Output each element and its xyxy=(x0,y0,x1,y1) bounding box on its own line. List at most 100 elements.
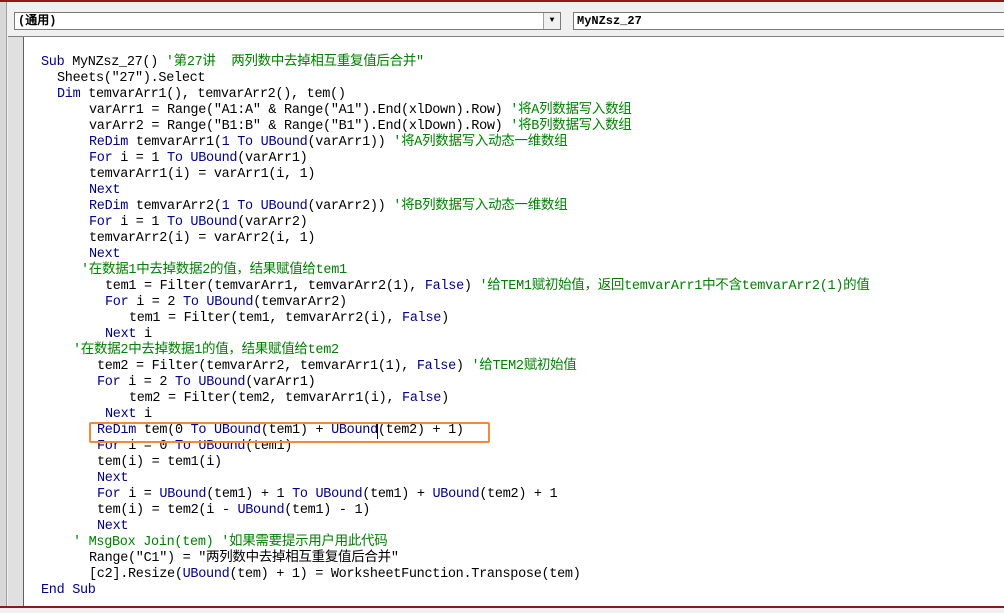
code-line[interactable]: tem1 = Filter(tem1, temvarArr2(i), False… xyxy=(129,311,449,327)
code-keyword: For xyxy=(97,487,121,502)
code-text: i = 1 xyxy=(112,215,168,230)
code-line[interactable]: Range("C1") = "两列数中去掉相互重复值后合并" xyxy=(89,551,399,567)
code-line[interactable]: tem(i) = tem1(i) xyxy=(97,455,222,471)
procedure-combo[interactable]: MyNZsz_27 xyxy=(573,12,1004,30)
code-text: Sheets("27").Select xyxy=(57,71,206,86)
code-text: i = 2 xyxy=(128,295,184,310)
code-text: ) xyxy=(441,391,449,406)
code-text: i = xyxy=(120,487,160,502)
code-line[interactable]: tem2 = Filter(tem2, temvarArr1(i), False… xyxy=(129,391,449,407)
code-text: (varArr2) xyxy=(237,215,308,230)
procedure-combo-value: MyNZsz_27 xyxy=(577,14,642,28)
code-text: (varArr1) xyxy=(237,151,308,166)
code-line[interactable]: varArr1 = Range("A1:A" & Range("A1").End… xyxy=(89,103,632,119)
code-keyword: For xyxy=(89,151,113,166)
code-keyword: To UBound xyxy=(167,215,238,230)
code-keyword: To UBound xyxy=(292,487,363,502)
code-keyword: Next xyxy=(97,471,129,486)
code-line[interactable]: tem(i) = tem2(i - UBound(tem1) - 1) xyxy=(97,503,370,519)
code-text: temvarArr2(i) = varArr2(i, 1) xyxy=(89,231,316,246)
code-keyword: UBound xyxy=(159,487,207,502)
code-keyword: Next xyxy=(97,519,129,534)
code-text: temvarArr1(i) = varArr1(i, 1) xyxy=(89,167,316,182)
code-line[interactable]: For i = 2 To UBound(temvarArr2) xyxy=(105,295,347,311)
code-line[interactable]: tem1 = Filter(temvarArr1, temvarArr2(1),… xyxy=(105,279,870,295)
code-line[interactable]: Next xyxy=(89,183,121,199)
code-line[interactable]: Next i xyxy=(105,407,152,423)
code-line[interactable]: ReDim temvarArr2(1 To UBound(varArr2)) '… xyxy=(89,199,568,215)
code-line[interactable]: Next xyxy=(97,471,129,487)
editor-margin xyxy=(8,37,24,607)
code-comment: '将B列数据写入数组 xyxy=(510,119,632,134)
code-keyword: For xyxy=(105,295,129,310)
code-text: tem(i) = tem1(i) xyxy=(97,455,222,470)
code-line[interactable]: temvarArr1(i) = varArr1(i, 1) xyxy=(89,167,316,183)
code-line[interactable]: '在数据1中去掉数据2的值，结果赋值给tem1 xyxy=(81,263,347,279)
code-comment: '将A列数据写入数组 xyxy=(510,103,632,118)
code-comment: '将A列数据写入动态一维数组 xyxy=(393,135,568,150)
code-keyword: For xyxy=(89,215,113,230)
code-line[interactable]: temvarArr2(i) = varArr2(i, 1) xyxy=(89,231,316,247)
code-text: tem(i) = tem2(i - xyxy=(97,503,238,518)
object-combo[interactable]: (通用) ▼ xyxy=(14,12,561,30)
code-text: ) xyxy=(463,279,480,294)
text-cursor xyxy=(377,424,378,439)
code-line[interactable]: Sheets("27").Select xyxy=(57,71,206,87)
code-line[interactable]: For i = 2 To UBound(varArr1) xyxy=(97,375,316,391)
code-line[interactable]: For i = 1 To UBound(varArr1) xyxy=(89,151,308,167)
code-line[interactable]: [c2].Resize(UBound(tem) + 1) = Worksheet… xyxy=(89,567,581,583)
code-comment: ' MsgBox Join(tem) '如果需要提示用户用此代码 xyxy=(73,535,388,550)
code-keyword: To UBound xyxy=(167,151,238,166)
code-comment: '在数据1中去掉数据2的值，结果赋值给tem1 xyxy=(81,263,347,278)
code-keyword: 1 To UBound xyxy=(221,199,308,214)
code-text: tem2 = Filter(temvarArr2, temvarArr1(1), xyxy=(97,359,417,374)
code-text: [c2].Resize( xyxy=(89,567,183,582)
code-keyword: False xyxy=(424,279,464,294)
code-text: i = 2 xyxy=(120,375,176,390)
code-line[interactable]: Next xyxy=(97,519,129,535)
code-line[interactable]: End Sub xyxy=(41,583,96,599)
code-keyword: Sub xyxy=(41,55,65,70)
code-line[interactable]: Next i xyxy=(105,327,152,343)
code-line[interactable]: ' MsgBox Join(tem) '如果需要提示用户用此代码 xyxy=(73,535,388,551)
code-keyword: Next xyxy=(89,247,121,262)
code-line[interactable]: tem2 = Filter(temvarArr2, temvarArr1(1),… xyxy=(97,359,577,375)
chevron-down-icon[interactable]: ▼ xyxy=(543,13,560,29)
code-keyword: End Sub xyxy=(41,583,96,598)
code-comment: '第27讲 两列数中去掉相互重复值后合并" xyxy=(165,55,424,70)
code-text: (tem1) + xyxy=(362,487,433,502)
code-text: (tem1) - 1) xyxy=(284,503,371,518)
code-text: (varArr2)) xyxy=(307,199,394,214)
code-keyword: Next xyxy=(105,327,137,342)
code-line[interactable]: For i = 1 To UBound(varArr2) xyxy=(89,215,308,231)
code-keyword: For xyxy=(97,375,121,390)
code-text: Range("C1") = "两列数中去掉相互重复值后合并" xyxy=(89,551,399,566)
code-line[interactable]: ReDim temvarArr1(1 To UBound(varArr1)) '… xyxy=(89,135,568,151)
highlight-box xyxy=(89,422,490,443)
code-keyword: To UBound xyxy=(175,375,246,390)
code-keyword: False xyxy=(402,391,442,406)
code-line[interactable]: For i = UBound(tem1) + 1 To UBound(tem1)… xyxy=(97,487,558,503)
code-line[interactable]: varArr2 = Range("B1:B" & Range("B1").End… xyxy=(89,119,632,135)
code-comment: '在数据2中去掉数据1的值，结果赋值给tem2 xyxy=(73,343,339,358)
code-text: i xyxy=(136,407,152,422)
code-line[interactable]: Sub MyNZsz_27() '第27讲 两列数中去掉相互重复值后合并" xyxy=(41,55,424,71)
code-keyword: UBound xyxy=(432,487,480,502)
window-left-edge xyxy=(0,2,7,606)
code-keyword: ReDim xyxy=(89,199,129,214)
code-text: (temvarArr2) xyxy=(253,295,347,310)
code-text: (tem2) + 1 xyxy=(479,487,558,502)
code-comment: '将B列数据写入动态一维数组 xyxy=(393,199,568,214)
code-line[interactable]: Next xyxy=(89,247,121,263)
code-text: varArr1 = Range("A1:A" & Range("A1").End… xyxy=(89,103,511,118)
code-text: (varArr1)) xyxy=(307,135,394,150)
code-keyword: 1 To UBound xyxy=(221,135,308,150)
window-bottom-border xyxy=(0,606,1004,608)
code-text: tem1 = Filter(temvarArr1, temvarArr2(1), xyxy=(105,279,425,294)
code-text: temvarArr1( xyxy=(128,135,222,150)
code-line[interactable]: '在数据2中去掉数据1的值，结果赋值给tem2 xyxy=(73,343,339,359)
code-comment: '给TEM2赋初始值 xyxy=(471,359,577,374)
code-editor[interactable]: Sub MyNZsz_27() '第27讲 两列数中去掉相互重复值后合并" She… xyxy=(8,36,1004,607)
code-line[interactable]: Dim temvarArr1(), temvarArr2(), tem() xyxy=(57,87,346,103)
code-keyword: Next xyxy=(105,407,137,422)
